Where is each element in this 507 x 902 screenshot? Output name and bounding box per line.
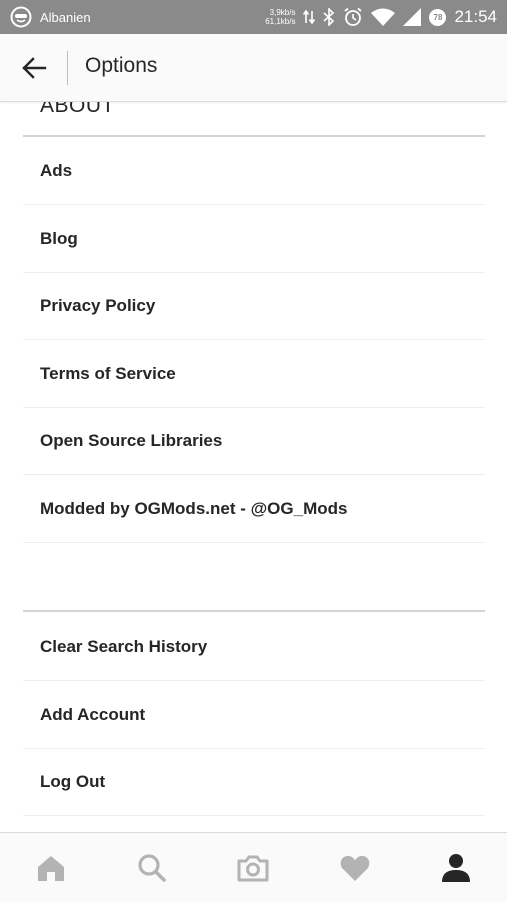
menu-item-modded-by[interactable]: Modded by OGMods.net - @OG_Mods [23,475,485,543]
menu-item-privacy-policy[interactable]: Privacy Policy [23,272,485,340]
page-title: Options [85,54,158,77]
profile-icon [442,854,470,882]
menu-item-label: Modded by OGMods.net - @OG_Mods [40,499,348,518]
nav-profile-button[interactable] [435,847,477,889]
app-bar: Options [0,34,507,102]
menu-item-log-out[interactable]: Log Out [23,748,485,816]
menu-item-label: Clear Search History [40,637,208,656]
face-mask-icon [10,6,32,28]
nav-search-button[interactable] [131,847,173,889]
camera-icon [237,855,269,882]
menu-item-clear-search-history[interactable]: Clear Search History [23,613,485,681]
home-icon [38,856,64,881]
menu-item-label: Log Out [40,772,106,791]
heart-icon [340,855,370,881]
search-icon [138,854,166,882]
section-divider [23,610,485,612]
nav-home-button[interactable] [30,847,72,889]
bottom-nav [0,832,507,902]
menu-item-blog[interactable]: Blog [23,205,485,273]
nav-activity-button[interactable] [334,847,376,889]
menu-item-terms-of-service[interactable]: Terms of Service [23,340,485,408]
options-list[interactable]: ABOUT Ads Blog Privacy Policy Terms of S… [0,101,507,832]
download-speed: 61,1kb/s [265,17,296,26]
menu-item-ads[interactable]: Ads [23,137,485,205]
menu-item-label: Terms of Service [40,364,176,383]
cell-signal-icon [403,8,422,26]
clock: 21:54 [454,7,497,26]
nav-camera-button[interactable] [232,847,274,889]
menu-item-open-source-libraries[interactable]: Open Source Libraries [23,407,485,475]
menu-item-label: Privacy Policy [40,296,156,315]
menu-item-label: Add Account [40,705,146,724]
wifi-icon [371,8,396,26]
alarm-icon [344,7,363,26]
section-header-about: ABOUT [40,101,115,117]
network-speed: 3,9kb/s 61,1kb/s [265,8,295,26]
upload-speed: 3,9kb/s [269,8,296,17]
menu-item-label: Blog [40,229,78,248]
back-button[interactable] [18,52,50,84]
status-bar-right: 3,9kb/s 61,1kb/s 78 21:54 [265,0,497,34]
battery-icon: 78 [429,8,447,26]
app-bar-divider [67,51,68,85]
menu-item-add-account[interactable]: Add Account [23,681,485,749]
bluetooth-icon [323,8,335,26]
status-bar: Albanien 3,9kb/s 61,1kb/s 78 21:54 [0,0,507,34]
carrier-label: Albanien [40,9,91,25]
arrow-left-icon [22,57,47,79]
status-bar-left: Albanien [10,0,91,34]
menu-item-label: Ads [40,161,73,180]
data-transfer-icon [303,9,316,25]
menu-item-label: Open Source Libraries [40,431,223,450]
